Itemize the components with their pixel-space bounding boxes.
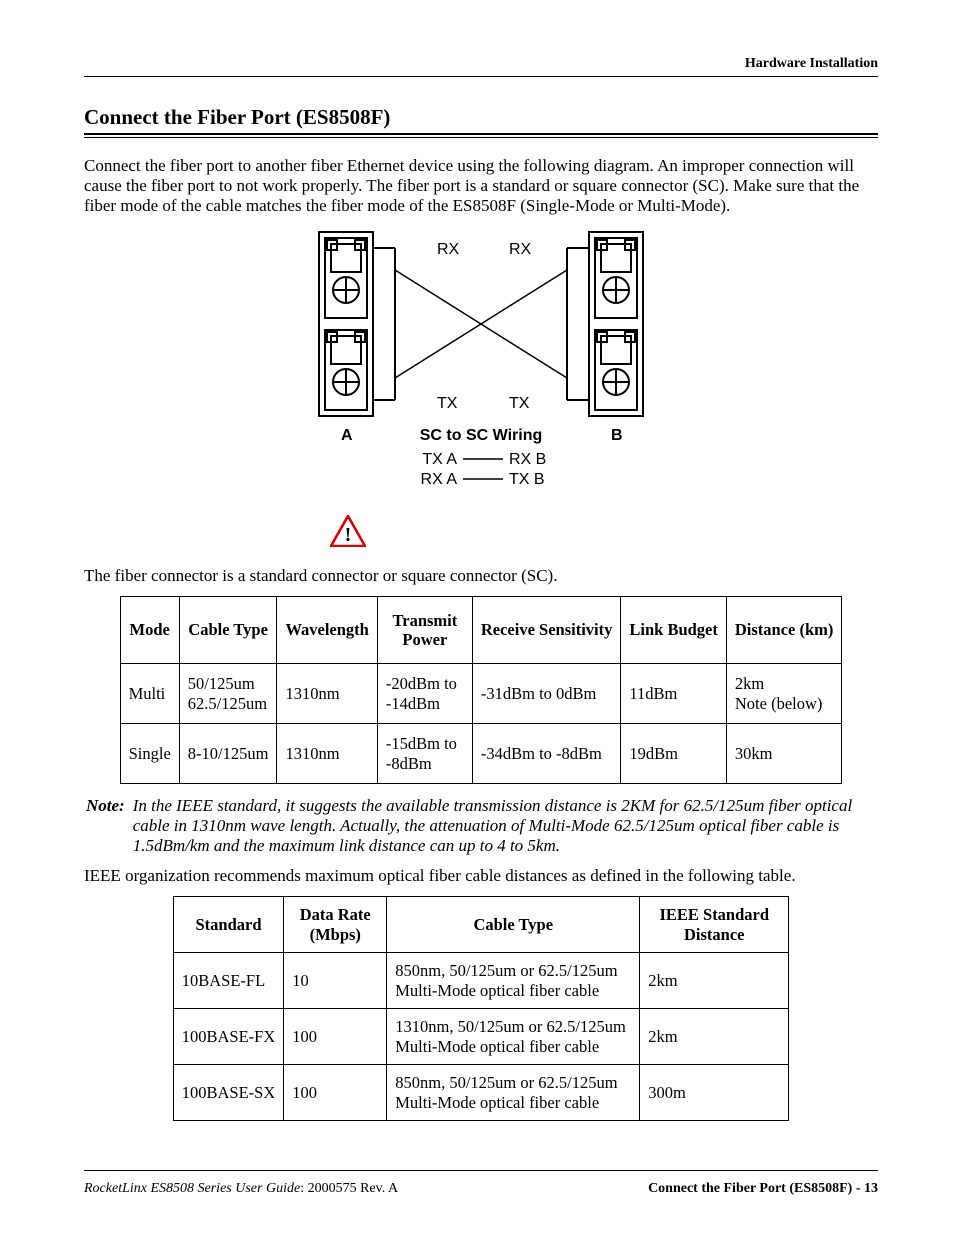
cell: 2kmNote (below): [726, 664, 842, 724]
diagram-tx-right: TX: [509, 395, 530, 412]
th-distance: Distance (km): [726, 597, 842, 664]
cell: 10: [284, 953, 387, 1009]
header-rule: [84, 76, 878, 77]
diagram-l1r: RX B: [509, 451, 546, 468]
diagram-title: SC to SC Wiring: [420, 427, 543, 444]
table-row: 100BASE-FX 100 1310nm, 50/125um or 62.5/…: [173, 1009, 789, 1065]
cell: 1310nm, 50/125um or 62.5/125umMulti-Mode…: [387, 1009, 640, 1065]
table-row: Multi 50/125um62.5/125um 1310nm -20dBm t…: [120, 664, 842, 724]
table-header-row: Standard Data Rate (Mbps) Cable Type IEE…: [173, 897, 789, 953]
cell: 11dBm: [621, 664, 727, 724]
caution-icon-wrap: !: [84, 515, 878, 552]
note-block: Note: In the IEEE standard, it suggests …: [84, 796, 878, 856]
sc-wiring-svg: RX RX TX TX A B SC to SC Wiring TX A RX …: [313, 226, 649, 494]
th-cabletype: Cable Type: [387, 897, 640, 953]
note-label: Note:: [86, 796, 125, 856]
cell: 100BASE-FX: [173, 1009, 284, 1065]
th-rate: Data Rate (Mbps): [284, 897, 387, 953]
cell: 100: [284, 1065, 387, 1121]
footer-rule: [84, 1170, 878, 1171]
connector-text: The fiber connector is a standard connec…: [84, 566, 878, 586]
svg-text:!: !: [345, 524, 352, 546]
table-header-row: Mode Cable Type Wavelength Transmit Powe…: [120, 597, 842, 664]
cell: -34dBm to -8dBm: [472, 724, 621, 784]
footer-left: RocketLinx ES8508 Series User Guide: 200…: [84, 1181, 398, 1197]
th-standard: Standard: [173, 897, 284, 953]
cell: 300m: [640, 1065, 789, 1121]
cell: 19dBm: [621, 724, 727, 784]
diagram-l1l: TX A: [422, 451, 457, 468]
footer-left-italic: RocketLinx ES8508 Series User Guide: [84, 1181, 300, 1196]
th-cable: Cable Type: [179, 597, 277, 664]
diagram-b: B: [611, 427, 623, 444]
cell: 850nm, 50/125um or 62.5/125umMulti-Mode …: [387, 953, 640, 1009]
section-title: Connect the Fiber Port (ES8508F): [84, 105, 878, 130]
page-footer: RocketLinx ES8508 Series User Guide: 200…: [84, 1170, 878, 1197]
th-mode: Mode: [120, 597, 179, 664]
cell: Multi: [120, 664, 179, 724]
ieee-table: Standard Data Rate (Mbps) Cable Type IEE…: [173, 896, 790, 1121]
ieee-text: IEEE organization recommends maximum opt…: [84, 866, 878, 886]
diagram-a: A: [341, 427, 353, 444]
cell: 30km: [726, 724, 842, 784]
cell: 850nm, 50/125um or 62.5/125umMulti-Mode …: [387, 1065, 640, 1121]
footer-right: Connect the Fiber Port (ES8508F) - 13: [648, 1181, 878, 1197]
cell: 2km: [640, 953, 789, 1009]
diagram-rx-left: RX: [437, 241, 460, 258]
caution-icon: !: [330, 515, 366, 547]
title-rule-thin: [84, 137, 878, 138]
cell: -31dBm to 0dBm: [472, 664, 621, 724]
diagram-l2l: RX A: [421, 471, 458, 488]
cell: Single: [120, 724, 179, 784]
th-budget: Link Budget: [621, 597, 727, 664]
table-row: Single 8-10/125um 1310nm -15dBm to -8dBm…: [120, 724, 842, 784]
diagram-l2r: TX B: [509, 471, 545, 488]
diagram-tx-left: TX: [437, 395, 458, 412]
cell: 100BASE-SX: [173, 1065, 284, 1121]
table-row: 100BASE-SX 100 850nm, 50/125um or 62.5/1…: [173, 1065, 789, 1121]
title-rule-thick: [84, 133, 878, 135]
running-header: Hardware Installation: [84, 56, 878, 76]
cell: -15dBm to -8dBm: [377, 724, 472, 784]
section-intro: Connect the fiber port to another fiber …: [84, 156, 878, 216]
table-row: 10BASE-FL 10 850nm, 50/125um or 62.5/125…: [173, 953, 789, 1009]
cell: 1310nm: [277, 724, 377, 784]
th-receive: Receive Sensitivity: [472, 597, 621, 664]
fiber-spec-table: Mode Cable Type Wavelength Transmit Powe…: [120, 596, 843, 784]
th-wavelength: Wavelength: [277, 597, 377, 664]
th-ieee-dist: IEEE Standard Distance: [640, 897, 789, 953]
wiring-diagram: RX RX TX TX A B SC to SC Wiring TX A RX …: [84, 226, 878, 499]
cell: 100: [284, 1009, 387, 1065]
cell: -20dBm to -14dBm: [377, 664, 472, 724]
cell: 50/125um62.5/125um: [179, 664, 277, 724]
diagram-rx-right: RX: [509, 241, 532, 258]
cell: 8-10/125um: [179, 724, 277, 784]
footer-left-rest: : 2000575 Rev. A: [300, 1181, 398, 1196]
cell: 1310nm: [277, 664, 377, 724]
cell: 10BASE-FL: [173, 953, 284, 1009]
note-text: In the IEEE standard, it suggests the av…: [133, 796, 876, 856]
cell: 2km: [640, 1009, 789, 1065]
th-transmit: Transmit Power: [377, 597, 472, 664]
